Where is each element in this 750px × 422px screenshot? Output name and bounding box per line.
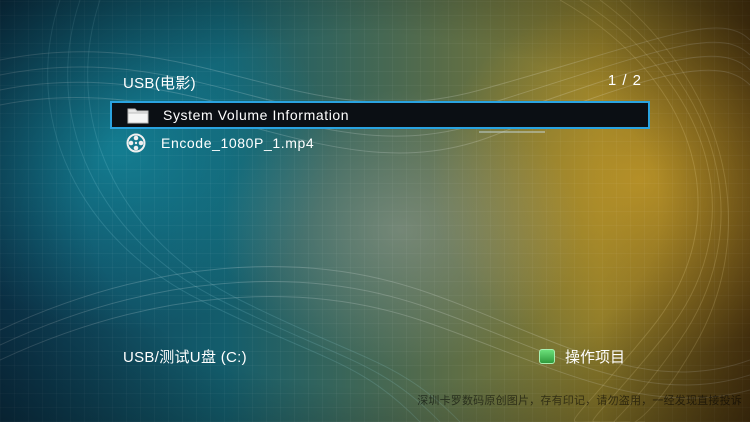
vignette-overlay (0, 0, 750, 422)
background-grid (0, 0, 750, 422)
film-reel-icon (124, 133, 148, 153)
action-label: 操作项目 (565, 349, 626, 366)
watermark-text: 深圳卡罗数码原创图片，存有印记，请勿盗用，一经发现直接投诉 (417, 395, 742, 407)
file-name: System Volume Information (163, 107, 350, 123)
page-title: USB(电影) (123, 75, 196, 92)
list-item-system-volume-information[interactable]: System Volume Information (110, 101, 650, 129)
device-path: USB/测试U盘 (C:) (123, 349, 247, 366)
folder-icon (126, 105, 150, 125)
background-waves (0, 0, 750, 422)
file-name: Encode_1080P_1.mp4 (161, 135, 315, 151)
divider-line (479, 131, 545, 133)
action-hint[interactable]: 操作项目 (539, 346, 625, 367)
file-list: System Volume Information Encode_1080P_1… (110, 101, 650, 157)
green-key-icon (539, 349, 555, 364)
page-indicator: 1 / 2 (607, 72, 642, 89)
list-item-encode-1080p-mp4[interactable]: Encode_1080P_1.mp4 (110, 129, 650, 157)
media-browser-screen: USB(电影) 1 / 2 System Volume Information (0, 0, 750, 422)
